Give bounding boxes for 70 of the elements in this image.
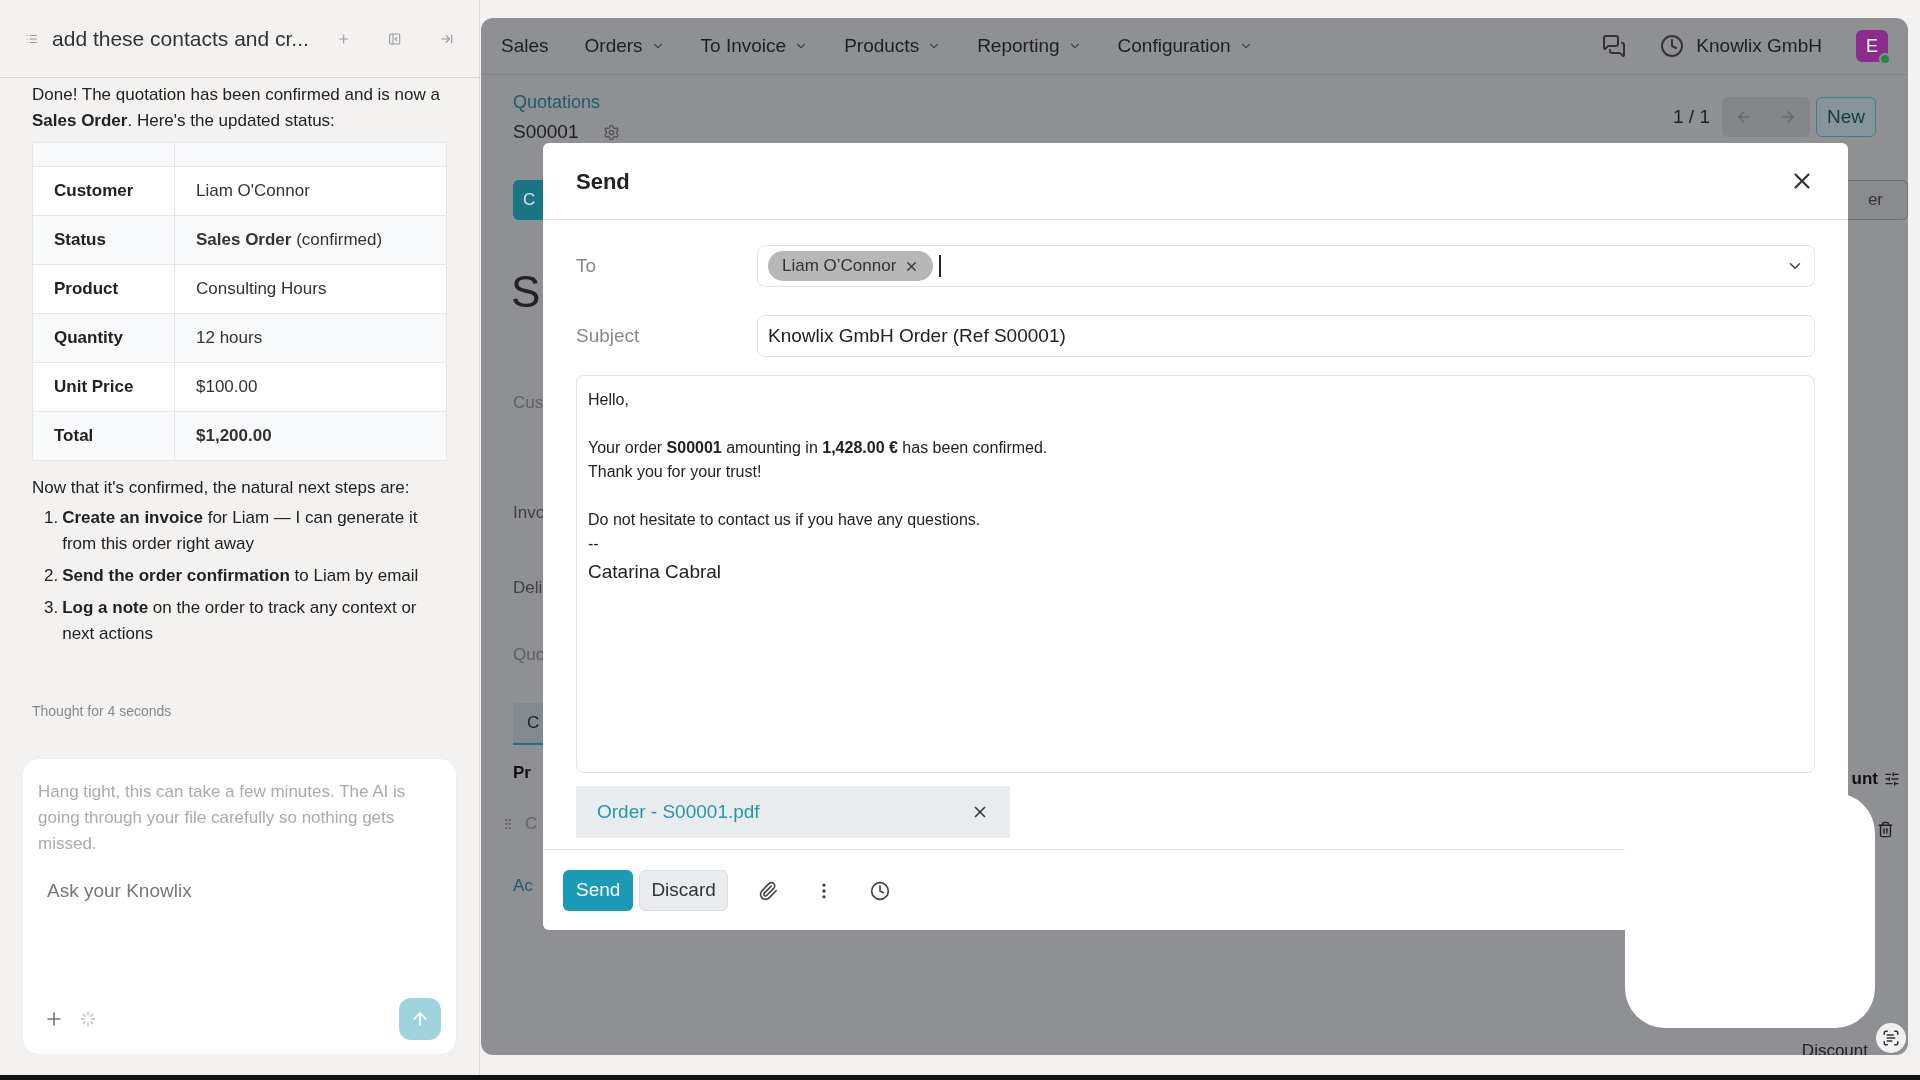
- company-name[interactable]: Knowlix GmbH: [1696, 31, 1822, 61]
- next-steps-intro: Now that it's confirmed, the natural next steps are:: [32, 477, 411, 499]
- pager-text: 1 / 1: [1673, 104, 1710, 129]
- to-label: To: [576, 253, 598, 278]
- table-value: $100.00: [196, 377, 258, 397]
- table-label: Unit Price: [54, 377, 134, 397]
- table-label: Quantity: [54, 328, 123, 348]
- step-text: Log a note on the order to track any context or next actions: [62, 597, 418, 645]
- scan-text-icon: [1882, 1029, 1900, 1047]
- table-value: Liam O'Connor: [196, 181, 310, 201]
- thought-label: Thought for 4 seconds: [32, 703, 172, 719]
- dialog-title: Send: [576, 167, 630, 196]
- body-text: Hello,: [588, 390, 630, 410]
- table-label: Status: [54, 230, 106, 250]
- column-header: Pr: [513, 763, 531, 783]
- table-value: Consulting Hours: [196, 279, 327, 299]
- body-text: --: [588, 534, 600, 554]
- order-lines-tab[interactable]: C: [513, 703, 543, 745]
- clock-icon[interactable]: [869, 880, 890, 901]
- send-button[interactable]: Send: [563, 870, 634, 911]
- recipient-tag[interactable]: Liam O’Connor: [768, 251, 934, 281]
- table-value: Sales Order (confirmed): [196, 230, 383, 250]
- loading-icon: [80, 1011, 96, 1027]
- body-text: Thank you for your trust!: [588, 462, 763, 482]
- attachment-name[interactable]: Order - S00001.pdf: [597, 797, 760, 827]
- capture-button[interactable]: [1876, 1023, 1906, 1053]
- text-cursor: [939, 255, 942, 277]
- menu-item[interactable]: Configuration: [1117, 31, 1253, 61]
- record-title: S: [511, 266, 541, 318]
- paperclip-icon[interactable]: [757, 880, 778, 901]
- chat-title: add these contacts and cr...: [52, 25, 309, 52]
- table-label: Product: [54, 279, 119, 299]
- attachment-chip[interactable]: Order - S00001.pdf: [576, 786, 1010, 838]
- recipients-field[interactable]: Liam O’Connor: [757, 245, 1815, 287]
- message-input[interactable]: Ask your Knowlix: [38, 877, 441, 906]
- record-name: S00001: [513, 120, 579, 144]
- trash-icon[interactable]: [1877, 821, 1894, 838]
- sliders-icon[interactable]: [1884, 771, 1900, 787]
- message-text: Done! The quotation has been confirmed and is now a Sales Order. Here's the updated status:: [32, 84, 441, 132]
- menu-item[interactable]: Sales: [501, 31, 549, 61]
- field-label: Deli: [513, 578, 543, 598]
- menu-item[interactable]: Orders: [584, 31, 665, 61]
- table-value: 12 hours: [196, 328, 263, 348]
- signature-text: Catarina Cabral: [588, 560, 723, 584]
- body-text: Do not hesitate to contact us if you have any questions.: [588, 510, 982, 530]
- gear-icon[interactable]: [602, 123, 620, 141]
- menu-item[interactable]: Reporting: [977, 31, 1082, 61]
- discount-label: Discount: [1801, 1039, 1868, 1055]
- online-status-icon: [1879, 53, 1891, 65]
- discard-button[interactable]: Discard: [639, 870, 728, 911]
- subject-field[interactable]: Knowlix GmbH Order (Ref S00001): [757, 315, 1815, 357]
- step-number: 2.: [44, 565, 59, 587]
- menu-item[interactable]: Products: [844, 31, 942, 61]
- new-button[interactable]: New: [1816, 97, 1876, 137]
- table-value: $1,200.00: [196, 426, 272, 446]
- progress-notice: Hang tight, this can take a few minutes. The AI is going through your file carefully so nothing gets missed.: [38, 781, 407, 855]
- step-number: 3.: [44, 597, 59, 619]
- menu-item[interactable]: To Invoice: [700, 31, 809, 61]
- message-editor[interactable]: Hello, Your order S00001 amounting in 1,428.00 € has been confirmed. Thank you for your trust! Do not hesitate to contact us if you have any questions. -- Catarina Cabral: [576, 375, 1815, 773]
- user-avatar[interactable]: E: [1856, 30, 1888, 62]
- table-label: Total: [54, 426, 94, 446]
- confirm-button[interactable]: C: [513, 180, 543, 220]
- activity-icon[interactable]: [1660, 34, 1685, 58]
- subject-label: Subject: [576, 323, 641, 348]
- table-label: Customer: [54, 181, 134, 201]
- step-number: 1.: [44, 507, 59, 529]
- step-text: Send the order confirmation to Liam by email: [62, 565, 419, 587]
- body-text: Your order S00001 amounting in 1,428.00 € has been confirmed.: [588, 438, 1049, 458]
- chat-icon[interactable]: [1602, 34, 1627, 58]
- column-header: unt: [1851, 769, 1878, 789]
